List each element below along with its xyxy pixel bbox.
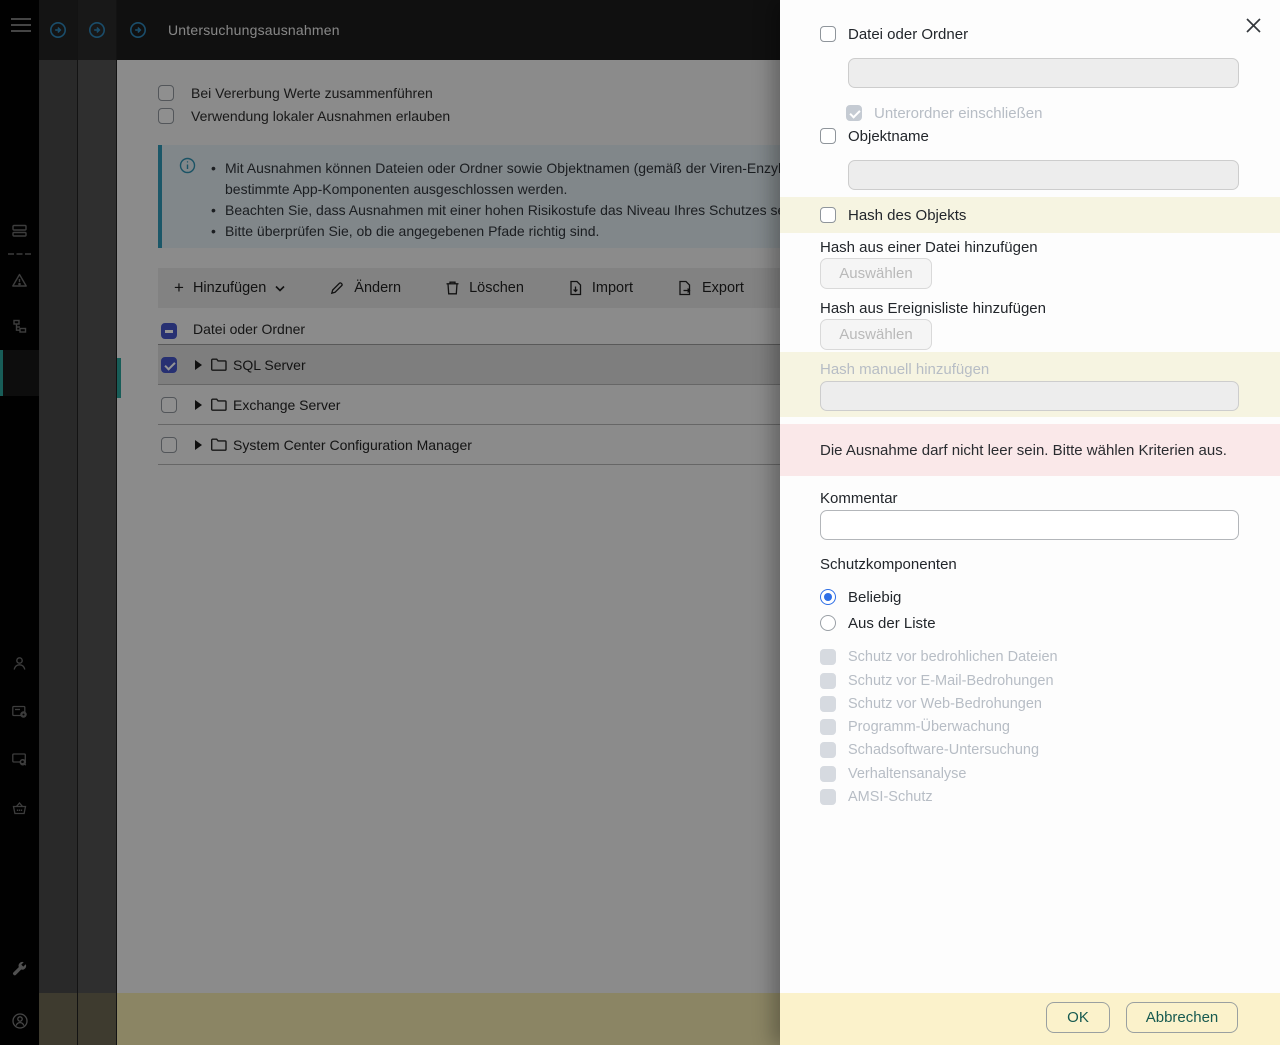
component-checkbox — [820, 718, 836, 735]
component-option: Schutz vor bedrohlichen Dateien — [820, 648, 1058, 665]
protection-components-label: Schutzkomponenten — [820, 556, 957, 573]
object-name-option[interactable]: Objektname — [820, 127, 929, 145]
choose-file-button: Auswählen — [820, 258, 932, 289]
component-option: Verhaltensanalyse — [820, 765, 967, 782]
hash-object-option[interactable]: Hash des Objekts — [820, 206, 966, 224]
comment-input[interactable] — [820, 510, 1239, 540]
any-radio[interactable] — [820, 589, 836, 605]
component-checkbox — [820, 765, 836, 782]
component-option: Schutz vor E-Mail-Bedrohungen — [820, 672, 1054, 689]
file-or-folder-input — [848, 58, 1239, 88]
component-checkbox — [820, 648, 836, 665]
component-option: Schadsoftware-Untersuchung — [820, 741, 1039, 758]
file-or-folder-option[interactable]: Datei oder Ordner — [820, 25, 968, 43]
object-name-checkbox[interactable] — [820, 128, 836, 144]
file-or-folder-checkbox[interactable] — [820, 26, 836, 42]
include-subfolders-checkbox — [846, 105, 862, 121]
hash-manual-stripe: Hash manuell hinzufügen — [780, 352, 1280, 417]
hash-manual-label: Hash manuell hinzufügen — [820, 361, 990, 378]
component-option: Schutz vor Web-Bedrohungen — [820, 695, 1042, 712]
component-option: Programm-Überwachung — [820, 718, 1010, 735]
hash-from-file-label: Hash aus einer Datei hinzufügen — [820, 239, 1038, 256]
from-list-radio[interactable] — [820, 615, 836, 631]
component-checkbox — [820, 788, 836, 805]
component-checkbox — [820, 672, 836, 689]
hash-from-events-label: Hash aus Ereignisliste hinzufügen — [820, 300, 1046, 317]
component-checkbox — [820, 741, 836, 758]
hash-object-checkbox[interactable] — [820, 207, 836, 223]
drawer-footer: OK Abbrechen — [780, 993, 1280, 1045]
validation-error-text: Die Ausnahme darf nicht leer sein. Bitte… — [820, 442, 1227, 459]
protection-any-option[interactable]: Beliebig — [820, 588, 901, 606]
component-checkbox — [820, 695, 836, 712]
ok-button[interactable]: OK — [1046, 1002, 1110, 1033]
hash-manual-input — [820, 381, 1239, 411]
close-icon[interactable] — [1245, 17, 1265, 37]
comment-label: Kommentar — [820, 490, 898, 507]
hash-object-stripe: Hash des Objekts — [780, 197, 1280, 233]
validation-error-bar: Die Ausnahme darf nicht leer sein. Bitte… — [780, 424, 1280, 476]
component-option: AMSI-Schutz — [820, 788, 933, 805]
modal-backdrop — [0, 0, 780, 1045]
choose-event-button: Auswählen — [820, 319, 932, 350]
include-subfolders-option: Unterordner einschließen — [846, 104, 1042, 122]
object-name-input — [848, 160, 1239, 190]
protection-from-list-option[interactable]: Aus der Liste — [820, 614, 936, 632]
screen: Untersuchungsausnahmen Bei Vererbung Wer… — [0, 0, 1280, 1045]
add-exclusion-drawer: Datei oder Ordner Unterordner einschließ… — [780, 0, 1280, 1045]
cancel-button[interactable]: Abbrechen — [1126, 1002, 1238, 1033]
